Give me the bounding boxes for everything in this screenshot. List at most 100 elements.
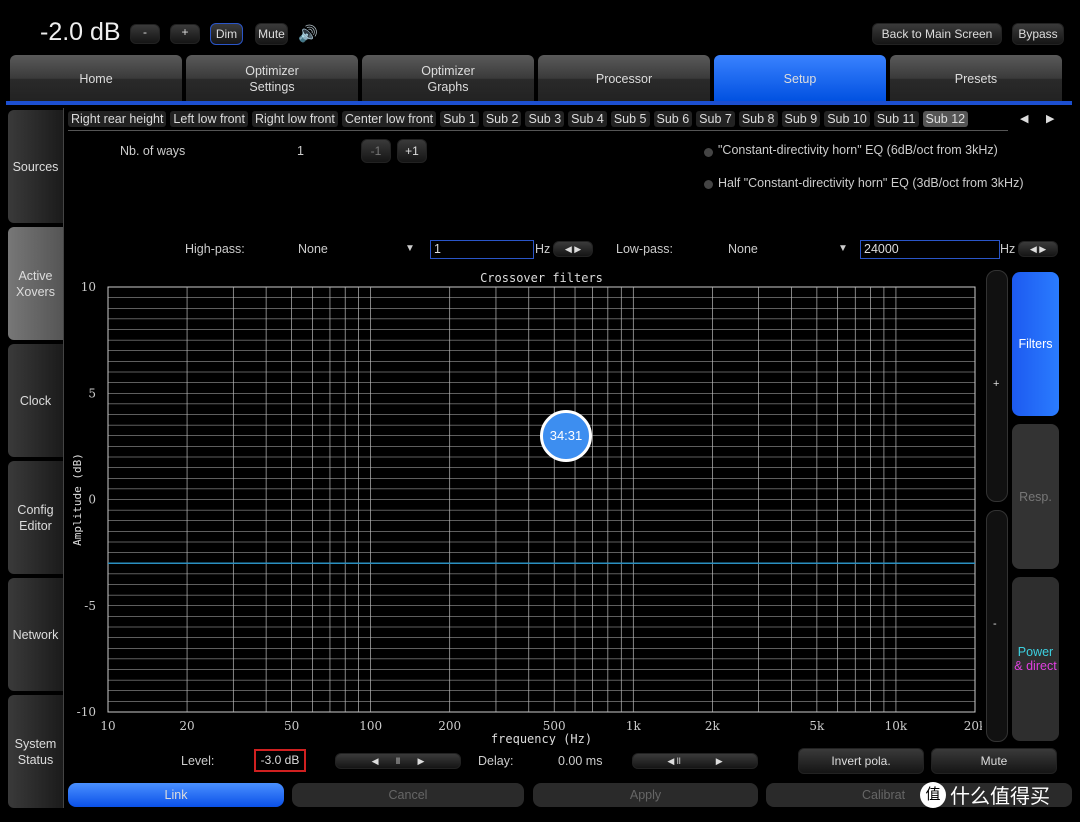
channel-tab[interactable]: Sub 1 (440, 111, 479, 127)
x-tick-label: 500 (543, 719, 566, 733)
x-tick-label: 100 (359, 719, 382, 733)
volume-down-button[interactable]: - (130, 24, 160, 44)
timer-badge: 34:31 (540, 410, 592, 462)
mute-button[interactable]: Mute (255, 23, 288, 45)
channel-next-icon[interactable]: ▶ (1046, 112, 1054, 125)
highpass-dropdown-icon[interactable]: ▼ (405, 243, 415, 254)
channel-tab[interactable]: Sub 12 (922, 111, 969, 127)
channel-tab[interactable]: Sub 10 (824, 111, 870, 127)
direct-label: & direct (1014, 659, 1057, 673)
lowpass-type[interactable]: None (728, 242, 758, 256)
gain-slider-lower[interactable] (986, 510, 1008, 742)
channel-tab[interactable]: Right low front (252, 111, 338, 127)
delay-value: 0.00 ms (558, 754, 603, 768)
watermark-logo: 值什么值得买 (920, 780, 1050, 809)
channel-tab[interactable]: Sub 8 (738, 111, 778, 127)
sidebar-item-config-editor[interactable]: Config Editor (8, 461, 63, 574)
channel-tab[interactable]: Sub 9 (781, 111, 821, 127)
crossover-chart: 1020501002005001k2k5k10k20k1050-5-10Cros… (71, 271, 982, 745)
channel-tabs: Right rear height Left low front Right low… (68, 111, 972, 127)
eq-option-2-radio[interactable] (704, 180, 713, 189)
tab-optimizer-settings[interactable]: Optimizer Settings (186, 55, 358, 102)
tab-processor[interactable]: Processor (538, 55, 710, 102)
sidebar-item-network[interactable]: Network (8, 578, 63, 691)
highpass-type[interactable]: None (298, 242, 328, 256)
speaker-icon[interactable]: 🔊 (298, 24, 318, 44)
gain-plus-label: + (993, 378, 1000, 390)
eq-option-2-label[interactable]: Half "Constant-directivity horn" EQ (3dB… (718, 176, 1024, 190)
response-button[interactable]: Resp. (1012, 424, 1059, 569)
sidebar-item-sources[interactable]: Sources (8, 110, 63, 223)
x-tick-label: 1k (626, 719, 642, 733)
y-tick-label: 10 (81, 280, 96, 294)
filters-button[interactable]: Filters (1012, 272, 1059, 416)
ways-decrease-button[interactable]: -1 (361, 139, 391, 163)
y-tick-label: 0 (88, 493, 96, 507)
highpass-unit: Hz (535, 242, 551, 256)
power-label: Power (1017, 645, 1054, 659)
dim-button[interactable]: Dim (210, 23, 243, 45)
mute-channel-button[interactable]: Mute (931, 748, 1057, 774)
x-tick-label: 200 (438, 719, 461, 733)
lowpass-frequency-input[interactable]: 24000 (860, 240, 1000, 259)
level-label: Level: (181, 754, 215, 768)
channel-tab[interactable]: Sub 11 (873, 111, 919, 127)
gain-minus-label: - (993, 618, 997, 630)
channel-tab[interactable]: Right rear height (68, 111, 167, 127)
level-slider[interactable]: ◀ ll ▶ (335, 753, 461, 769)
x-tick-label: 10 (100, 719, 115, 733)
channel-tab[interactable]: Left low front (170, 111, 248, 127)
sidebar-item-system-status[interactable]: System Status (8, 695, 63, 808)
x-axis-label: frequency (Hz) (491, 732, 592, 745)
calibrate-label: Calibrat (862, 788, 906, 802)
sidebar-item-clock[interactable]: Clock (8, 344, 63, 457)
y-tick-label: -10 (77, 705, 96, 719)
channel-tab[interactable]: Sub 6 (653, 111, 693, 127)
volume-up-button[interactable]: + (170, 24, 200, 44)
x-tick-label: 20k (964, 719, 982, 733)
channel-tab[interactable]: Sub 3 (525, 111, 565, 127)
x-tick-label: 5k (809, 719, 825, 733)
volume-readout: -2.0 dB (40, 18, 121, 46)
x-tick-label: 2k (705, 719, 721, 733)
lowpass-dropdown-icon[interactable]: ▼ (838, 243, 848, 254)
delay-slider[interactable]: ◀ ll ▶ (632, 753, 758, 769)
watermark-text: 什么值得买 (950, 786, 1050, 808)
tab-setup[interactable]: Setup (714, 55, 886, 102)
eq-option-1-label[interactable]: "Constant-directivity horn" EQ (6dB/oct … (718, 143, 998, 157)
y-axis-label: Amplitude (dB) (71, 453, 84, 546)
channel-prev-icon[interactable]: ◀ (1020, 112, 1028, 125)
level-value: -3.0 dB (254, 749, 306, 772)
lowpass-unit: Hz (1000, 242, 1016, 256)
channel-tab[interactable]: Sub 4 (568, 111, 607, 127)
chart-title: Crossover filters (480, 271, 603, 285)
channel-tab[interactable]: Sub 7 (696, 111, 735, 127)
ways-increase-button[interactable]: +1 (397, 139, 427, 163)
watermark-icon: 值 (920, 781, 946, 808)
power-direct-button[interactable]: Power & direct (1012, 577, 1059, 741)
x-tick-label: 20 (179, 719, 194, 733)
highpass-stepper[interactable]: ◀ ▶ (553, 241, 593, 257)
sidebar-item-active-xovers[interactable]: Active Xovers (8, 227, 63, 340)
ways-label: Nb. of ways (120, 144, 186, 158)
lowpass-stepper[interactable]: ◀ ▶ (1018, 241, 1058, 257)
back-to-main-button[interactable]: Back to Main Screen (872, 23, 1002, 45)
invert-polarity-button[interactable]: Invert pola. (798, 748, 924, 774)
tab-home[interactable]: Home (10, 55, 182, 102)
x-tick-label: 50 (284, 719, 299, 733)
channel-tab[interactable]: Sub 5 (610, 111, 650, 127)
delay-label: Delay: (478, 754, 514, 768)
tab-optimizer-graphs[interactable]: Optimizer Graphs (362, 55, 534, 102)
cancel-button[interactable]: Cancel (292, 783, 524, 807)
channel-tabs-underline (68, 130, 1008, 131)
link-button[interactable]: Link (68, 783, 284, 807)
channel-tab[interactable]: Sub 2 (482, 111, 522, 127)
highpass-frequency-input[interactable]: 1 (430, 240, 534, 259)
eq-option-1-radio[interactable] (704, 148, 713, 157)
channel-tab[interactable]: Center low front (341, 111, 437, 127)
bypass-button[interactable]: Bypass (1012, 23, 1064, 45)
tab-presets[interactable]: Presets (890, 55, 1062, 102)
apply-button[interactable]: Apply (533, 783, 758, 807)
y-tick-label: 5 (88, 386, 96, 400)
y-tick-label: -5 (84, 599, 96, 613)
